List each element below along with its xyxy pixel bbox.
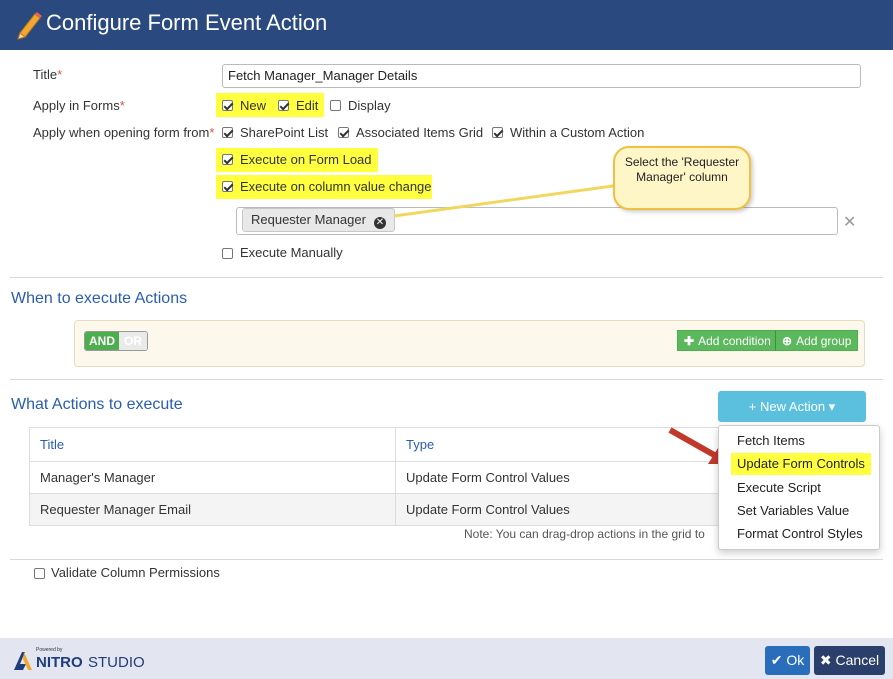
new-action-menu: Fetch Items Update Form Controls Execute… (718, 425, 880, 550)
dialog-header: Configure Form Event Action (0, 0, 893, 50)
display-label: Display (348, 98, 391, 113)
display-checkbox[interactable] (330, 100, 341, 111)
nitro-studio-logo: Powered by NITRO STUDIO (12, 646, 152, 674)
execute-manually-label: Execute Manually (240, 245, 343, 260)
brand-studio: STUDIO (88, 654, 145, 671)
sharepoint-list-label: SharePoint List (240, 125, 329, 140)
table-row[interactable]: Manager's Manager Update Form Control Va… (29, 461, 729, 494)
check-icon: ✔ (770, 652, 787, 668)
new-action-button[interactable]: + New Action ▾ (718, 391, 866, 422)
row-title: Requester Manager Email (29, 493, 396, 526)
execute-manually-checkbox[interactable] (222, 248, 233, 259)
row-type: Update Form Control Values (395, 493, 729, 526)
row-title: Manager's Manager (29, 461, 396, 494)
callout-note: Select the 'Requester Manager' column (613, 146, 751, 210)
grid-header-row: Title Type (29, 427, 729, 462)
new-checkbox[interactable] (222, 100, 233, 111)
column-header-title[interactable]: Title (29, 427, 396, 462)
and-or-toggle[interactable]: AND OR (84, 331, 148, 351)
column-tag: Requester Manager ✕ (242, 208, 395, 232)
nitro-logo-icon (14, 652, 32, 670)
sharepoint-list-checkbox[interactable] (222, 127, 233, 138)
column-tag-label: Requester Manager (251, 212, 366, 227)
validate-permissions-label: Validate Column Permissions (51, 565, 220, 580)
add-group-button[interactable]: ⊕ Add group (775, 330, 859, 351)
divider (10, 379, 883, 380)
conditions-section-title: When to execute Actions (11, 290, 188, 307)
associated-items-grid-label: Associated Items Grid (356, 125, 484, 140)
title-input[interactable]: Fetch Manager_Manager Details (222, 64, 861, 88)
caret-down-icon: ▾ (825, 399, 836, 414)
menu-item-format-control-styles[interactable]: Format Control Styles (737, 525, 863, 543)
new-label: New (240, 98, 267, 113)
validate-permissions-checkbox[interactable] (34, 568, 45, 579)
edit-checkbox[interactable] (278, 100, 289, 111)
clear-selection-icon[interactable]: ✕ (843, 212, 856, 232)
opening-from-label: Apply when opening form from* (33, 125, 215, 140)
execute-on-column-change-checkbox[interactable] (222, 181, 233, 192)
within-custom-action-label: Within a Custom Action (510, 125, 645, 140)
pencil-icon (17, 12, 42, 40)
drag-drop-note: Note: You can drag-drop actions in the g… (464, 527, 705, 541)
plus-circle-icon: ⊕ (782, 334, 793, 348)
plus-icon: + (748, 399, 761, 414)
menu-item-fetch-items[interactable]: Fetch Items (737, 432, 805, 450)
associated-items-grid-checkbox[interactable] (338, 127, 349, 138)
dialog-title: Configure Form Event Action (46, 10, 328, 35)
brand-nitro: NITRO (36, 654, 83, 671)
cancel-button[interactable]: ✖ Cancel (814, 646, 885, 675)
actions-section-title: What Actions to execute (11, 396, 183, 413)
divider (10, 559, 883, 560)
powered-by-text: Powered by (36, 647, 63, 653)
callout-pointer (393, 183, 621, 218)
apply-in-forms-label: Apply in Forms* (33, 98, 125, 113)
menu-item-update-form-controls[interactable]: Update Form Controls (731, 453, 871, 475)
table-row[interactable]: Requester Manager Email Update Form Cont… (29, 493, 729, 526)
within-custom-action-checkbox[interactable] (492, 127, 503, 138)
actions-grid: Title Type Manager's Manager Update Form… (29, 427, 729, 526)
divider (10, 277, 883, 278)
menu-item-set-variables-value[interactable]: Set Variables Value (737, 502, 849, 520)
close-icon: ✖ (819, 652, 836, 668)
add-condition-button[interactable]: ✚ Add condition (677, 330, 778, 351)
execute-on-form-load-label: Execute on Form Load (240, 152, 372, 167)
execute-on-form-load-checkbox[interactable] (222, 154, 233, 165)
menu-item-execute-script[interactable]: Execute Script (737, 479, 821, 497)
plus-icon: ✚ (684, 334, 695, 348)
or-option[interactable]: OR (119, 332, 147, 350)
ok-button[interactable]: ✔ Ok (765, 646, 810, 675)
edit-label: Edit (296, 98, 319, 113)
and-option[interactable]: AND (85, 332, 119, 350)
title-label: Title* (33, 67, 63, 82)
